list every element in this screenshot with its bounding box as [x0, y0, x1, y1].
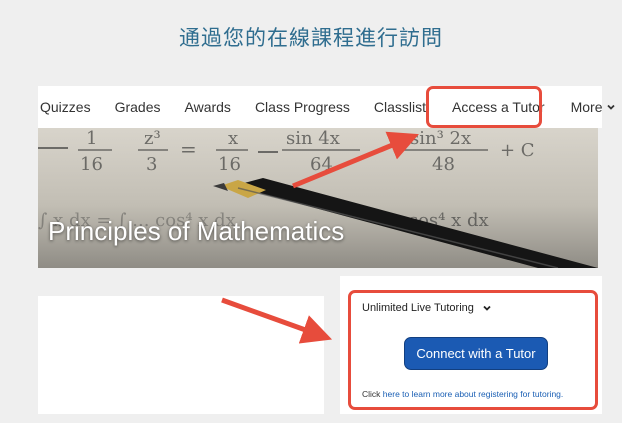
nav-more[interactable]: More	[571, 99, 617, 115]
course-title: Principles of Mathematics	[48, 216, 345, 246]
formula-token: sin 4x	[286, 128, 340, 149]
formula-token: z³	[144, 128, 161, 149]
formula-token: 48	[432, 154, 455, 175]
formula-token: 16	[218, 154, 241, 175]
formula-token: 3	[146, 154, 157, 175]
nav-grades[interactable]: Grades	[115, 99, 161, 115]
svg-text:=: =	[180, 137, 197, 161]
formula-token: + C	[500, 140, 535, 161]
course-banner: 1 16 z³ 3 = x 16 sin 4x 64 sin³ 2x 48 + …	[38, 128, 598, 268]
nav-more-label: More	[570, 99, 603, 115]
formula-token: sin³ 2x	[410, 128, 471, 149]
nav-awards[interactable]: Awards	[185, 99, 231, 115]
formula-token: 64	[310, 154, 333, 175]
nav-classlist[interactable]: Classlist	[374, 99, 426, 115]
highlight-box-tab	[426, 86, 542, 128]
highlight-box-panel	[348, 290, 598, 410]
content-card-left	[38, 296, 324, 414]
formula-token: 16	[80, 154, 103, 175]
nav-class-progress[interactable]: Class Progress	[255, 99, 350, 115]
banner-image: 1 16 z³ 3 = x 16 sin 4x 64 sin³ 2x 48 + …	[38, 128, 598, 268]
nav-quizzes[interactable]: Quizzes	[40, 99, 91, 115]
formula-token: x	[228, 128, 238, 149]
page-heading: 通過您的在線課程進行訪問	[179, 26, 443, 50]
chevron-down-icon	[607, 104, 616, 110]
formula-token: 1	[86, 128, 97, 149]
